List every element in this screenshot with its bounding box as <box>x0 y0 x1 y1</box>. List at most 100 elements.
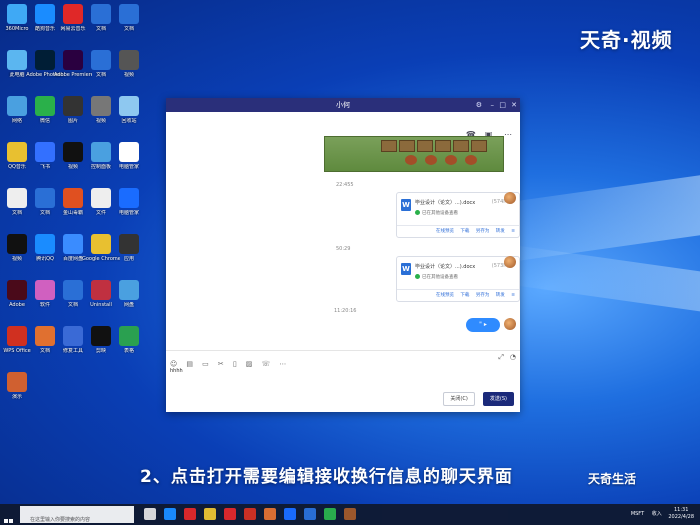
taskbar-app-icon[interactable] <box>184 508 196 520</box>
clock[interactable]: 11:31 2022/4/28 <box>668 507 694 521</box>
avatar[interactable] <box>504 256 516 268</box>
desktop-icon-label: 视频 <box>123 72 134 78</box>
forward-link[interactable]: 转发 <box>496 229 505 234</box>
desktop-icon-label: 表格 <box>123 348 134 354</box>
voice-message[interactable]: " ▸ <box>466 318 500 332</box>
taskbar-app-icon[interactable] <box>344 508 356 520</box>
folder-icon[interactable]: ▭ <box>202 358 209 370</box>
file-status: 已在其他设备查看 <box>415 210 458 216</box>
app-icon <box>35 188 55 208</box>
watermark-logo: 天奇·视频 <box>580 28 673 52</box>
chat-titlebar[interactable]: 小何 ⚙ – □ ✕ <box>166 98 520 112</box>
app-icon <box>63 142 83 162</box>
app-icon <box>7 50 27 70</box>
menu-icon[interactable]: ≡ <box>511 229 515 234</box>
app-icon <box>91 234 111 254</box>
input-language[interactable]: 收入 <box>652 511 662 517</box>
app-icon <box>7 4 27 24</box>
avatar[interactable] <box>504 192 516 204</box>
expand-icon[interactable]: ⤢ <box>498 351 504 363</box>
windows-start-icon[interactable] <box>4 509 14 523</box>
app-icon <box>7 326 27 346</box>
app-icon <box>63 96 83 116</box>
gif-icon[interactable]: ▤ <box>186 358 193 370</box>
app-icon <box>119 326 139 346</box>
taskbar-app-icon[interactable] <box>304 508 316 520</box>
phone-icon[interactable]: ☏ <box>261 358 270 370</box>
message-input[interactable]: hhhh <box>170 368 183 374</box>
taskbar-app-icon[interactable] <box>284 508 296 520</box>
app-icon <box>63 50 83 70</box>
desktop-icon-label: 演示 <box>11 394 22 400</box>
more-icon[interactable]: ⋯ <box>279 358 286 370</box>
file-message[interactable]: W 毕业设计（论文）...).docx (574MB) 已在其他设备查看 在线预… <box>396 192 520 238</box>
app-icon <box>119 50 139 70</box>
app-icon <box>7 234 27 254</box>
app-icon <box>35 50 55 70</box>
chrome-icon[interactable] <box>204 508 216 520</box>
app-icon <box>91 280 111 300</box>
maximize-icon[interactable]: □ <box>499 98 506 112</box>
scissors-icon[interactable]: ✂ <box>218 358 224 370</box>
system-tray: MSFT 收入 11:31 2022/4/28 <box>631 504 694 525</box>
desktop-icon[interactable]: 应用 <box>110 234 148 262</box>
game-image-message[interactable] <box>324 136 504 172</box>
minimize-icon[interactable]: – <box>491 98 495 112</box>
download-link[interactable]: 下载 <box>460 229 469 234</box>
app-icon <box>35 234 55 254</box>
save-as-link[interactable]: 另存为 <box>476 229 490 234</box>
taskbar-app-icon[interactable] <box>224 508 236 520</box>
chat-window: 小何 ⚙ – □ ✕ ☎ ▣ ⋯ 22:455 W 毕业设计（论文）...).d… <box>166 98 520 412</box>
wechat-icon[interactable] <box>324 508 336 520</box>
app-icon <box>7 188 27 208</box>
wallpaper-light-beam <box>500 243 700 313</box>
file-name: 毕业设计（论文）...).docx <box>415 264 476 270</box>
forward-link[interactable]: 转发 <box>496 293 505 298</box>
preview-link[interactable]: 在线预览 <box>436 293 454 298</box>
file-message[interactable]: W 毕业设计（论文）...).docx (573MB) 已在其他设备查看 在线预… <box>396 256 520 302</box>
app-icon <box>119 96 139 116</box>
file-icon[interactable]: ▯ <box>233 358 237 370</box>
app-icon <box>91 188 111 208</box>
app-icon <box>119 4 139 24</box>
more-icon[interactable]: ⋯ <box>504 130 514 140</box>
desktop-icon[interactable]: 演示 <box>0 372 36 400</box>
avatar[interactable] <box>504 318 516 330</box>
image-icon[interactable]: ▨ <box>246 358 253 370</box>
settings-icon[interactable]: ⚙ <box>476 98 482 112</box>
preview-link[interactable]: 在线预览 <box>436 229 454 234</box>
file-name: 毕业设计（论文）...).docx <box>415 200 476 206</box>
desktop-icon[interactable]: 回收站 <box>110 96 148 124</box>
desktop-icon-label: 文档 <box>123 26 134 32</box>
download-link[interactable]: 下载 <box>460 293 469 298</box>
menu-icon[interactable]: ≡ <box>511 293 515 298</box>
taskbar: 在这里输入你要搜索的内容 MSFT 收入 11:31 2022/4/28 <box>0 504 700 525</box>
send-button[interactable]: 发送(S) <box>482 392 514 406</box>
desktop-icon[interactable]: 表格 <box>110 326 148 354</box>
app-icon <box>35 142 55 162</box>
taskbar-search[interactable]: 在这里输入你要搜索的内容 <box>20 506 134 523</box>
message-area[interactable]: ☎ ▣ ⋯ 22:455 W 毕业设计（论文）...).docx (574MB)… <box>166 112 520 350</box>
close-icon[interactable]: ✕ <box>511 98 517 112</box>
app-icon <box>35 326 55 346</box>
stock-ticker[interactable]: MSFT <box>631 511 644 517</box>
chat-title: 小何 <box>336 101 350 109</box>
history-icon[interactable]: ◔ <box>510 351 516 363</box>
desktop-icon[interactable]: 电脑管家 <box>110 142 148 170</box>
task-view-icon[interactable] <box>144 508 156 520</box>
check-icon <box>415 274 420 279</box>
app-icon <box>63 188 83 208</box>
taskbar-app-icon[interactable] <box>244 508 256 520</box>
taskbar-app-icon[interactable] <box>264 508 276 520</box>
desktop-icon[interactable]: 电脑管家 <box>110 188 148 216</box>
close-button[interactable]: 关闭(C) <box>443 392 475 406</box>
word-file-icon: W <box>401 199 411 211</box>
desktop-icon-label: 应用 <box>123 256 134 262</box>
taskbar-app-icon[interactable] <box>164 508 176 520</box>
desktop-icon[interactable]: 文档 <box>110 4 148 32</box>
app-icon <box>119 234 139 254</box>
desktop-icon[interactable]: 网盘 <box>110 280 148 308</box>
desktop-icon[interactable]: 视频 <box>110 50 148 78</box>
app-icon <box>91 142 111 162</box>
save-as-link[interactable]: 另存为 <box>476 293 490 298</box>
